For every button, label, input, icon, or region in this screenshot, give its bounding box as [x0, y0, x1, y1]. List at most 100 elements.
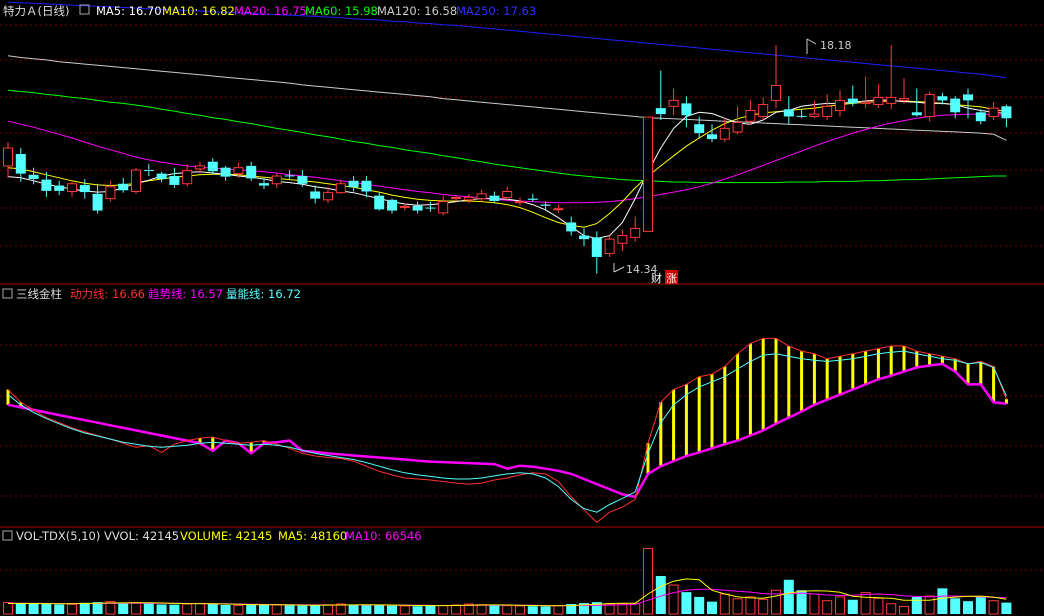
- candle-body: [847, 98, 858, 104]
- volume-bar: [540, 606, 551, 614]
- candle-body: [1001, 106, 1012, 119]
- candle-body: [796, 115, 807, 117]
- candle-body: [105, 186, 116, 200]
- indicator-settings-icon[interactable]: [2, 288, 13, 299]
- candle-body: [553, 208, 564, 211]
- candle-body: [463, 196, 474, 201]
- settings-box-icon[interactable]: [79, 4, 90, 15]
- volume-bar: [54, 604, 65, 614]
- ma250-label: MA250: 17.63: [456, 4, 536, 18]
- ma120-label: MA120: 16.58: [377, 4, 457, 18]
- candle-body: [681, 103, 692, 116]
- candle-body: [809, 113, 820, 117]
- candle-body: [259, 183, 269, 186]
- power-line: [7, 337, 1007, 524]
- candle-body: [950, 98, 961, 113]
- candle-body: [886, 96, 897, 104]
- vol-ma5-label: MA5: 48160: [278, 529, 347, 543]
- candle-body: [963, 94, 973, 101]
- candle-body: [207, 161, 218, 172]
- candle-body: [425, 207, 436, 209]
- volume-settings-icon[interactable]: [2, 530, 13, 541]
- volume-bar: [41, 604, 52, 614]
- candle-body: [540, 204, 551, 206]
- candle-body: [323, 192, 333, 201]
- volume-bar: [399, 605, 410, 615]
- candle-body: [131, 169, 141, 192]
- volume-bar: [847, 599, 858, 614]
- volume-bar: [425, 605, 436, 614]
- candle-body: [28, 174, 39, 179]
- candle-body: [489, 195, 500, 202]
- candle-body: [67, 183, 77, 192]
- candle-body: [233, 167, 244, 175]
- volume-panel-header: VOL-TDX(5,10) VVOL: 42145 VOLUME: 42145 …: [2, 529, 422, 543]
- candle-body: [937, 96, 948, 101]
- volume-bar: [963, 601, 973, 614]
- ma10-label: MA10: 16.82: [162, 4, 235, 18]
- candle-body: [758, 104, 769, 117]
- trend-line: [7, 362, 1007, 499]
- candle-body: [860, 101, 871, 104]
- candle-body: [655, 108, 666, 115]
- news-badge-text: 财: [651, 271, 662, 285]
- ma5-line: [7, 99, 1007, 240]
- candle-body: [169, 176, 180, 185]
- volume-bar: [515, 605, 525, 615]
- candle-body: [399, 205, 410, 208]
- volume-bar: [271, 604, 282, 615]
- volume-bar: [988, 600, 999, 615]
- candle-body: [92, 193, 103, 211]
- volume-bar: [822, 600, 833, 615]
- volume-bar: [476, 604, 487, 615]
- candle-body: [617, 235, 628, 244]
- volume-bar: [707, 601, 717, 614]
- candle-body: [182, 170, 193, 185]
- candle-body: [412, 205, 423, 211]
- vol-ma10-label: MA10: 66546: [345, 529, 422, 543]
- volume-label: VOLUME: 42145: [180, 529, 272, 543]
- volume-bar: [1001, 602, 1012, 614]
- volume-bar: [924, 595, 935, 615]
- candle-body: [438, 201, 449, 214]
- candle-body: [195, 165, 205, 170]
- candle-body: [771, 85, 781, 101]
- volume-bar: [182, 603, 193, 615]
- volume-bar: [860, 592, 871, 615]
- volume-bar: [284, 605, 295, 614]
- volume-bar: [297, 605, 308, 614]
- candle-body: [297, 176, 308, 184]
- candle-body: [604, 238, 615, 254]
- news-badge[interactable]: 财 涨: [651, 270, 678, 285]
- volume-bar: [899, 605, 909, 615]
- volume-bar: [387, 605, 397, 614]
- volume-bar: [323, 604, 333, 615]
- volume-bar: [156, 604, 167, 614]
- trend-line-label: 趋势线: 16.57: [148, 287, 223, 301]
- ma60-label: MA60: 15.98: [305, 4, 378, 18]
- candle-body: [284, 175, 295, 177]
- candle-body: [451, 196, 461, 199]
- candle-body: [15, 153, 26, 174]
- candle-body: [387, 199, 397, 211]
- candle-body: [118, 183, 129, 191]
- candle-body: [899, 98, 909, 101]
- candle-body: [668, 99, 679, 107]
- candle-body: [156, 173, 167, 179]
- candlestick-series[interactable]: [3, 45, 1012, 274]
- stock-chart[interactable]: 18.18 14.34 财 涨 特力Ａ(日线) MA5: 16.70 MA10:…: [0, 0, 1044, 616]
- volume-bar: [502, 605, 513, 615]
- volume-bar: [681, 592, 692, 614]
- candle-body: [271, 175, 282, 185]
- volume-bars[interactable]: [3, 547, 1012, 615]
- volume-bar: [28, 603, 39, 614]
- ma5-label: MA5: 16.70: [96, 4, 162, 18]
- candle-body: [988, 107, 999, 117]
- volume-bar: [118, 603, 129, 614]
- candle-body: [348, 180, 359, 188]
- vvol-label: VVOL: 42145: [104, 529, 179, 543]
- volume-bar: [412, 606, 423, 614]
- volume-bar: [975, 596, 986, 614]
- volume-bar: [207, 603, 218, 614]
- candle-body: [745, 110, 756, 122]
